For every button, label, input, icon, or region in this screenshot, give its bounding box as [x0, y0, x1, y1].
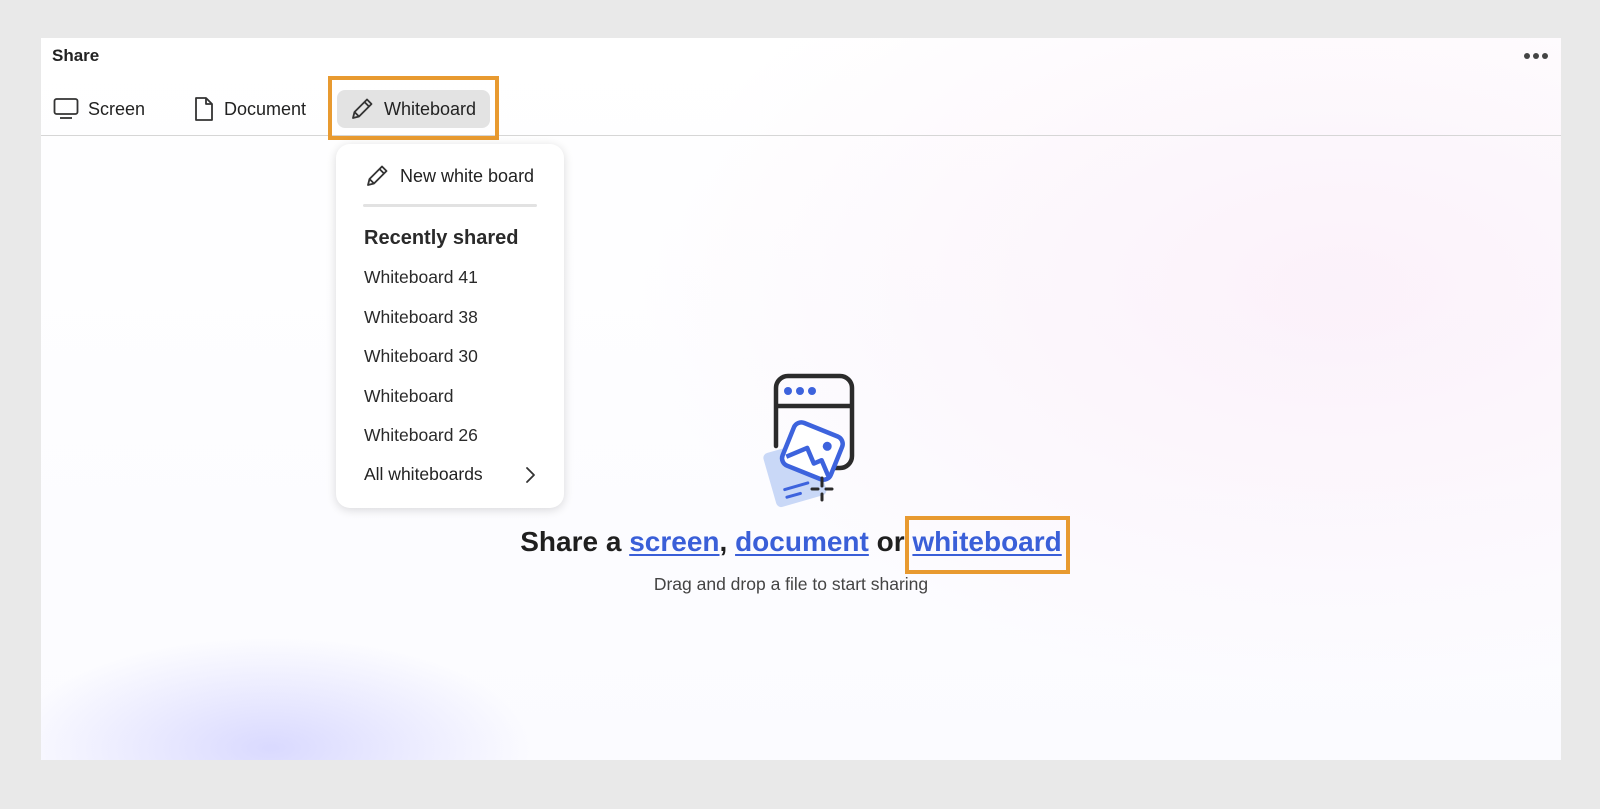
list-item[interactable]: Whiteboard 30: [336, 343, 564, 383]
list-item[interactable]: Whiteboard 26: [336, 422, 564, 462]
pencil-icon: [367, 165, 388, 186]
dropdown-divider: [363, 204, 537, 207]
document-icon: [195, 97, 213, 121]
monitor-icon: [53, 98, 79, 119]
drag-drop-hint: Drag and drop a file to start sharing: [653, 574, 929, 594]
tab-document-label: Document: [224, 98, 307, 119]
tab-screen-label: Screen: [88, 98, 146, 119]
recent-whiteboards-list: Whiteboard 41 Whiteboard 38 Whiteboard 3…: [336, 264, 564, 462]
chevron-right-icon: [526, 466, 535, 483]
recently-shared-heading: Recently shared: [364, 227, 519, 249]
share-panel: Share Screen Document Whiteboard New whi…: [41, 38, 1561, 760]
share-prompt-prefix: Share a: [520, 526, 630, 557]
tab-screen[interactable]: Screen: [43, 90, 155, 128]
share-prompt-title: Share a screen, document or whiteboard: [41, 526, 1541, 558]
list-item[interactable]: Whiteboard 38: [336, 304, 564, 344]
screen-link[interactable]: screen: [629, 526, 719, 557]
all-whiteboards-button[interactable]: All whiteboards: [336, 462, 564, 488]
all-whiteboards-label: All whiteboards: [364, 464, 483, 484]
pencil-icon: [352, 98, 373, 119]
whiteboard-link[interactable]: whiteboard: [912, 526, 1061, 557]
list-item[interactable]: Whiteboard: [336, 383, 564, 423]
document-link[interactable]: document: [735, 526, 869, 557]
new-whiteboard-label: New white board: [400, 165, 535, 186]
new-whiteboard-button[interactable]: New white board: [364, 160, 564, 192]
tab-whiteboard[interactable]: Whiteboard: [337, 90, 491, 128]
tab-document[interactable]: Document: [183, 90, 316, 128]
panel-title: Share: [52, 46, 100, 65]
tab-whiteboard-label: Whiteboard: [384, 98, 477, 119]
more-options-icon[interactable]: [1519, 44, 1553, 68]
share-prompt-or: or: [876, 526, 905, 557]
share-prompt-comma: ,: [719, 526, 728, 557]
share-tabbar: Screen Document Whiteboard: [41, 86, 1561, 136]
list-item[interactable]: Whiteboard 41: [336, 264, 564, 304]
whiteboard-dropdown: New white board Recently shared Whiteboa…: [336, 144, 564, 508]
share-window-image-icon: [763, 373, 855, 508]
